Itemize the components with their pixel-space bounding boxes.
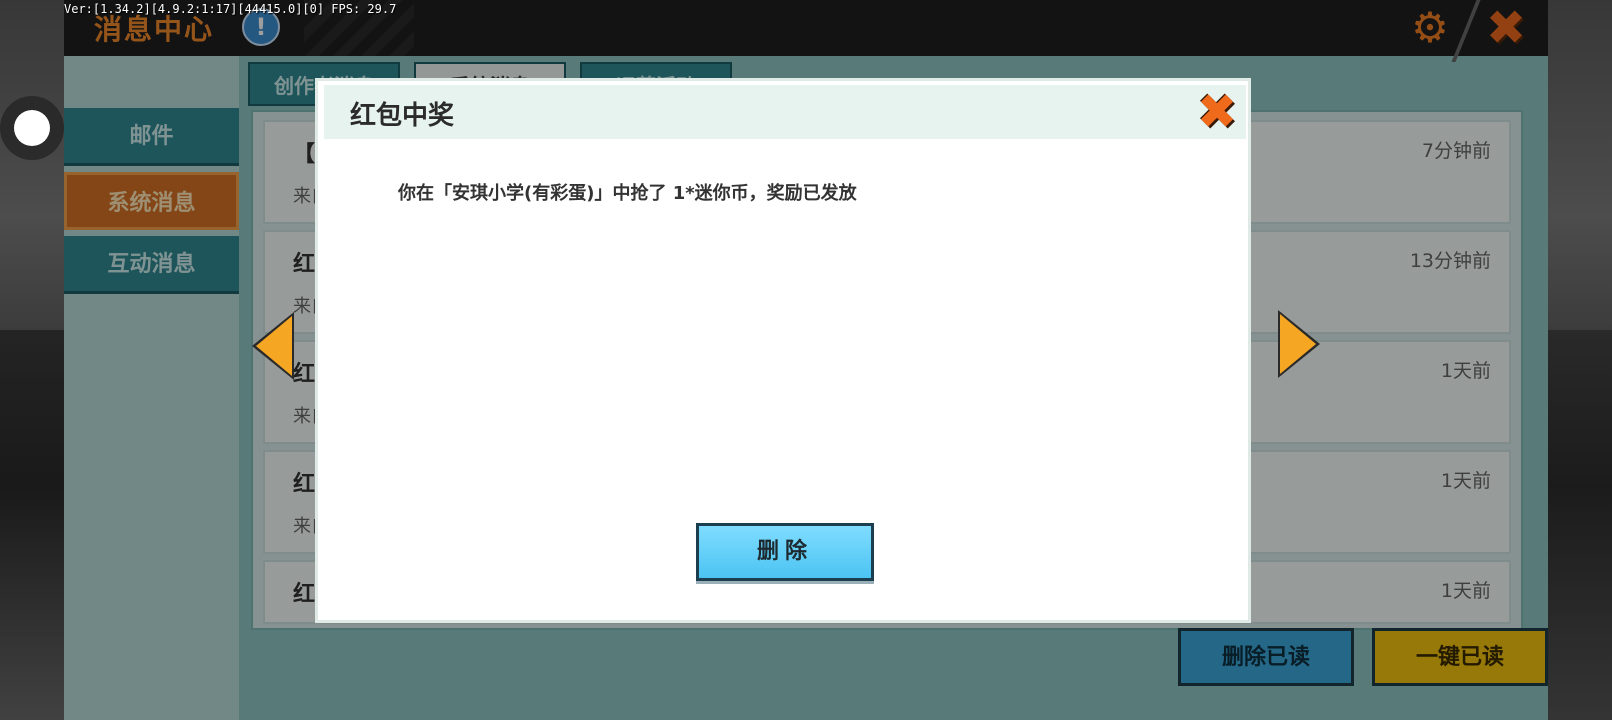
dialog-message: 你在「安琪小学(有彩蛋)」中抢了 1*迷你币，奖励已发放 xyxy=(398,183,857,204)
prev-arrow-icon[interactable] xyxy=(256,316,292,376)
debug-overlay-text: Ver:[1.34.2][4.9.2:1:17][44415.0][0] FPS… xyxy=(64,2,397,16)
close-icon[interactable]: ✖ xyxy=(1194,88,1240,136)
delete-button[interactable]: 删除 xyxy=(696,523,874,581)
floating-assist-ball[interactable] xyxy=(0,96,64,160)
dialog-header: 红包中奖 ✖ xyxy=(324,85,1246,139)
dialog-title: 红包中奖 xyxy=(350,101,455,131)
red-packet-dialog: 红包中奖 ✖ 你在「安琪小学(有彩蛋)」中抢了 1*迷你币，奖励已发放 删除 xyxy=(315,78,1251,623)
next-arrow-icon[interactable] xyxy=(1280,314,1316,374)
